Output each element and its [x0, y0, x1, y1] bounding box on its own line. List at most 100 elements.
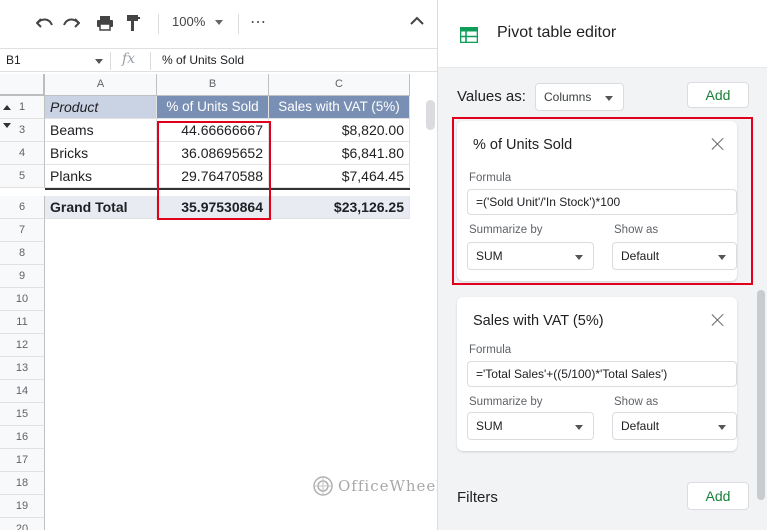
row-header[interactable]: 10 — [0, 288, 45, 311]
redo-icon[interactable] — [60, 12, 82, 34]
row-header[interactable]: 12 — [0, 334, 45, 357]
table-row: 11 — [0, 311, 437, 334]
show-as-select[interactable]: Default — [612, 412, 737, 440]
cell-sales-vat[interactable]: $6,841.80 — [269, 142, 410, 165]
summarize-by-select[interactable]: SUM — [467, 412, 594, 440]
show-as-label: Show as — [614, 224, 659, 236]
undo-icon[interactable] — [34, 12, 56, 34]
vertical-scrollbar[interactable] — [426, 100, 435, 130]
row-header[interactable]: 4 — [0, 142, 45, 165]
summarize-by-value: SUM — [476, 249, 503, 263]
editor-scrollbar[interactable] — [757, 290, 765, 500]
column-header-a[interactable]: A — [45, 74, 157, 96]
row-header[interactable]: 5 — [0, 165, 45, 188]
row-header[interactable]: 7 — [0, 219, 45, 242]
row-header[interactable]: 19 — [0, 495, 45, 518]
chevron-down-icon — [215, 20, 224, 26]
values-as-label: Values as: — [457, 88, 526, 105]
group-expand-icon[interactable] — [3, 123, 11, 128]
row-header[interactable]: 9 — [0, 265, 45, 288]
pivot-header-units-sold[interactable]: % of Units Sold — [157, 96, 269, 119]
group-collapse-icon[interactable] — [3, 105, 11, 110]
show-as-value: Default — [621, 249, 660, 263]
cell-product[interactable]: Beams — [45, 119, 157, 142]
table-row: 1 Product % of Units Sold Sales with VAT… — [0, 96, 437, 119]
row-header[interactable]: 14 — [0, 380, 45, 403]
values-as-select[interactable]: Columns — [535, 83, 624, 111]
row-header[interactable]: 17 — [0, 449, 45, 472]
select-all-corner[interactable] — [0, 74, 45, 96]
close-icon[interactable] — [711, 313, 725, 327]
pivot-table-icon — [459, 26, 479, 48]
formula-divider — [150, 52, 151, 70]
summarize-by-value: SUM — [476, 419, 503, 433]
cell-sales-vat[interactable]: $8,820.00 — [269, 119, 410, 142]
show-as-select[interactable]: Default — [612, 242, 737, 270]
table-row: 9 — [0, 265, 437, 288]
cell-grand-total-units[interactable]: 35.97530864 — [157, 196, 269, 219]
zoom-value: 100% — [172, 14, 206, 29]
print-icon[interactable] — [94, 12, 116, 34]
table-row: 20 — [0, 518, 437, 530]
formula-input[interactable]: % of Units Sold — [162, 53, 244, 67]
column-header-b[interactable]: B — [157, 74, 269, 96]
chevron-down-icon[interactable] — [95, 59, 103, 64]
table-row: 7 — [0, 219, 437, 242]
chevron-down-icon — [575, 255, 583, 260]
row-header[interactable]: 3 — [0, 119, 45, 142]
paint-format-icon[interactable] — [122, 12, 144, 34]
formula-input[interactable]: ='Total Sales'+((5/100)*'Total Sales') — [467, 361, 737, 387]
cell-grid: A B C 1 Product % of Units Sold Sales wi… — [0, 74, 437, 530]
column-header-c[interactable]: C — [269, 74, 410, 96]
row-header[interactable]: 6 — [0, 196, 45, 219]
table-row: 4 Bricks 36.08695652 $6,841.80 — [0, 142, 437, 165]
name-box[interactable]: B1 — [6, 53, 21, 67]
row-number: 1 — [18, 101, 26, 113]
table-row: 13 — [0, 357, 437, 380]
row-header[interactable]: 16 — [0, 426, 45, 449]
table-row: 17 — [0, 449, 437, 472]
row-header[interactable]: 8 — [0, 242, 45, 265]
table-row: 8 — [0, 242, 437, 265]
row-number: 3 — [18, 124, 26, 136]
editor-header: Pivot table editor — [438, 0, 767, 68]
chevron-up-icon[interactable] — [410, 13, 424, 31]
pivot-header-sales-vat[interactable]: Sales with VAT (5%) — [269, 96, 410, 119]
formula-input[interactable]: =('Sold Unit'/'In Stock')*100 — [467, 189, 737, 215]
add-value-button[interactable]: Add — [687, 82, 749, 108]
value-card-units-sold: % of Units Sold Formula =('Sold Unit'/'I… — [457, 121, 737, 281]
row-header[interactable]: 18 — [0, 472, 45, 495]
close-icon[interactable] — [711, 137, 725, 151]
toolbar-divider — [238, 14, 239, 34]
row-header[interactable]: 20 — [0, 518, 45, 530]
row-header[interactable]: 15 — [0, 403, 45, 426]
table-row-total: 6 Grand Total 35.97530864 $23,126.25 — [0, 196, 437, 219]
show-as-label: Show as — [614, 396, 659, 408]
watermark-text: OfficeWheel — [338, 477, 437, 495]
chevron-down-icon — [575, 425, 583, 430]
cell-product[interactable]: Planks — [45, 165, 157, 188]
watermark: OfficeWheel — [312, 475, 437, 497]
cell-grand-total-label[interactable]: Grand Total — [45, 196, 157, 219]
add-filter-button[interactable]: Add — [687, 482, 749, 510]
cell-product[interactable]: Bricks — [45, 142, 157, 165]
row-header[interactable]: 11 — [0, 311, 45, 334]
zoom-select[interactable]: 100% — [172, 14, 224, 29]
table-row: 10 — [0, 288, 437, 311]
cell-units-sold[interactable]: 36.08695652 — [157, 142, 269, 165]
table-row: 19 — [0, 495, 437, 518]
values-as-value: Columns — [544, 90, 592, 104]
cell-units-sold[interactable]: 29.76470588 — [157, 165, 269, 188]
summarize-by-label: Summarize by — [469, 224, 543, 236]
row-header[interactable]: 13 — [0, 357, 45, 380]
cell-sales-vat[interactable]: $7,464.45 — [269, 165, 410, 188]
row-header[interactable]: 1 — [0, 96, 45, 119]
cell-units-sold[interactable]: 44.66666667 — [157, 119, 269, 142]
value-card-sales-vat: Sales with VAT (5%) Formula ='Total Sale… — [457, 297, 737, 451]
pivot-header-product[interactable]: Product — [45, 96, 157, 119]
cell-grand-total-sales[interactable]: $23,126.25 — [269, 196, 410, 219]
table-row: 15 — [0, 403, 437, 426]
summarize-by-label: Summarize by — [469, 396, 543, 408]
summarize-by-select[interactable]: SUM — [467, 242, 594, 270]
more-options-icon[interactable]: ⋯ — [250, 12, 267, 32]
